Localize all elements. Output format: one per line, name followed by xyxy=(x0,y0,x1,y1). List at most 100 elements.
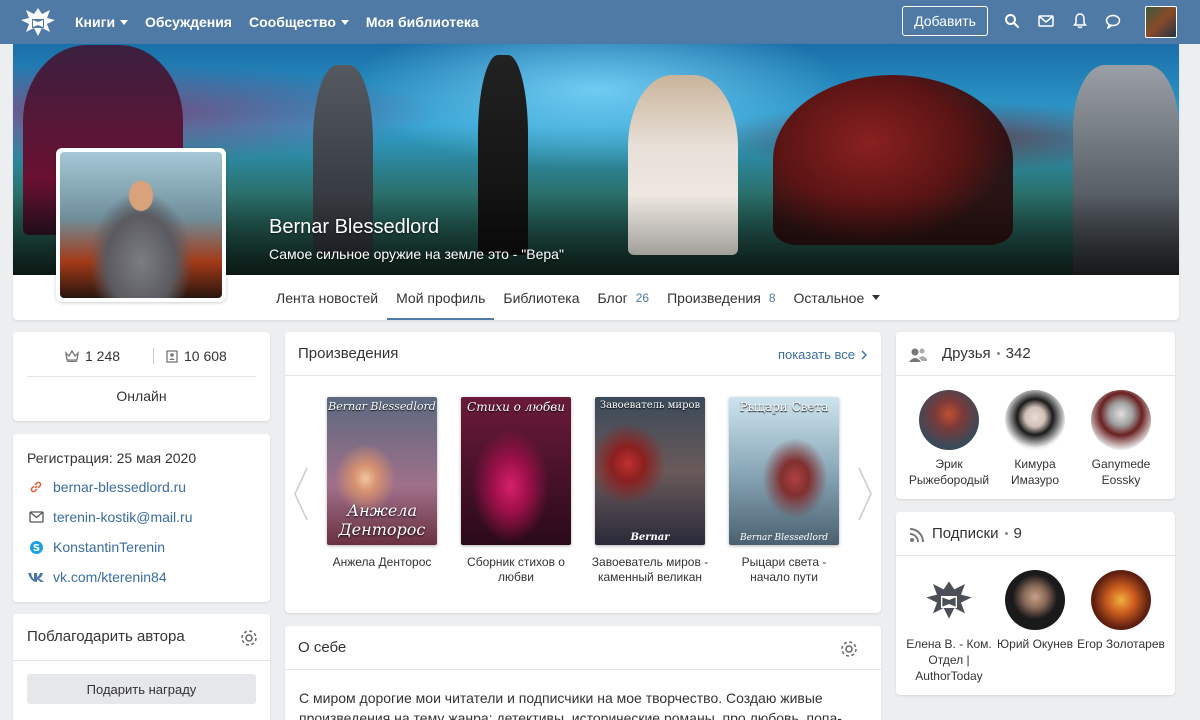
dot-separator xyxy=(1004,532,1008,535)
chevron-right-icon xyxy=(861,350,867,359)
chevron-down-icon xyxy=(872,295,881,300)
main-nav: Книги Обсуждения Сообщество Моя библиоте… xyxy=(75,0,479,44)
book-cover-title: Анжела Денторос xyxy=(338,500,426,539)
friends-count: 342 xyxy=(1005,345,1031,362)
carousel-next-arrow-icon[interactable] xyxy=(855,464,875,524)
book-cover-author: Завоеватель миров xyxy=(599,400,701,411)
friends-title-label: Друзья xyxy=(942,345,991,362)
email-link-text: terenin-kostik@mail.ru xyxy=(53,509,193,525)
nav-discussions-label: Обсуждения xyxy=(145,14,232,30)
bell-icon[interactable] xyxy=(1071,12,1089,30)
registration-date: Регистрация: 25 мая 2020 xyxy=(27,450,197,466)
skype-link[interactable]: S KonstantinTerenin xyxy=(27,538,256,556)
avatar xyxy=(1091,390,1151,450)
skype-icon: S xyxy=(27,538,45,556)
subscription-item[interactable]: Егор Золотарев xyxy=(1077,570,1165,652)
crown-icon xyxy=(65,350,79,362)
info-card: Регистрация: 25 мая 2020 bernar-blessedl… xyxy=(13,434,270,602)
book-cover-author: Стихи о любви xyxy=(467,400,565,414)
friends-card: Друзья 342 Эрик Рыжебородый Кимура Имазур… xyxy=(896,332,1175,499)
about-title: О себе xyxy=(298,639,347,656)
stats-line xyxy=(27,376,256,377)
email-link[interactable]: terenin-kostik@mail.ru xyxy=(27,508,256,526)
tab-library[interactable]: Библиотека xyxy=(494,275,588,320)
nav-community[interactable]: Сообщество xyxy=(249,14,349,30)
works-header: Произведения показать все xyxy=(285,332,881,376)
avatar xyxy=(919,390,979,450)
book-item[interactable]: Рыцари Света Bernar Blessedlord Рыцари с… xyxy=(723,397,845,585)
author-today-logo-icon xyxy=(926,581,972,619)
search-icon[interactable] xyxy=(1003,12,1021,30)
about-header: О себе xyxy=(285,626,881,670)
chevron-down-icon xyxy=(340,19,349,25)
friend-name: Эрик Рыжебородый xyxy=(908,457,990,487)
works-title: Произведения xyxy=(298,345,399,362)
rss-icon xyxy=(909,528,924,543)
subscription-item[interactable]: Елена В. - Ком. Отдел | AuthorToday xyxy=(905,570,993,684)
subscription-item[interactable]: Юрий Окунев xyxy=(991,570,1079,652)
add-button[interactable]: Добавить xyxy=(902,6,988,36)
dot-separator xyxy=(996,352,1000,355)
subscriptions-title: Подписки 9 xyxy=(932,525,1022,542)
vk-link[interactable]: vk.com/kterenin84 xyxy=(27,568,256,586)
nav-my-library-label: Моя библиотека xyxy=(365,14,479,30)
users-icon xyxy=(909,348,927,362)
book-cover-foot: Bernar Blessedlord xyxy=(739,533,829,543)
show-all-link[interactable]: показать все xyxy=(778,347,867,362)
vk-link-text: vk.com/kterenin84 xyxy=(53,569,167,585)
friend-item[interactable]: Ganymede Eossky xyxy=(1077,390,1165,488)
gear-icon[interactable] xyxy=(239,628,259,648)
nav-books-label: Книги xyxy=(75,14,116,30)
online-status: Онлайн xyxy=(116,388,167,404)
chevron-down-icon xyxy=(120,19,129,25)
tab-count: 8 xyxy=(768,290,776,305)
followers-stat[interactable]: 10 608 xyxy=(166,348,227,364)
mail-icon[interactable] xyxy=(1037,12,1055,30)
site-logo-icon[interactable] xyxy=(17,4,59,40)
site-link-text: bernar-blessedlord.ru xyxy=(53,479,187,495)
book-title: Завоеватель миров - каменный великан xyxy=(591,555,709,584)
friend-name: Ganymede Eossky xyxy=(1091,457,1151,487)
site-link[interactable]: bernar-blessedlord.ru xyxy=(27,478,256,496)
profile-status: Самое сильное оружие на земле это - "Вер… xyxy=(269,246,564,262)
vk-icon xyxy=(27,568,45,586)
tab-my-profile[interactable]: Мой профиль xyxy=(387,275,495,320)
thanks-title: Поблагодарить автора xyxy=(27,628,185,645)
book-item[interactable]: Завоеватель миров Bernar Завоеватель мир… xyxy=(589,397,711,585)
user-avatar[interactable] xyxy=(1145,6,1177,38)
profile-name: Bernar Blessedlord xyxy=(269,216,440,238)
friend-item[interactable]: Эрик Рыжебородый xyxy=(905,390,993,488)
book-cover-author: Рыцари Света xyxy=(739,400,829,414)
tab-works[interactable]: Произведения 8 xyxy=(658,275,784,320)
carousel-prev-arrow-icon[interactable] xyxy=(291,464,311,524)
nav-my-library[interactable]: Моя библиотека xyxy=(366,14,479,30)
subscriptions-card: Подписки 9 Елена В. - Ком. Отдел | Author… xyxy=(896,512,1175,695)
nav-discussions[interactable]: Обсуждения xyxy=(145,14,232,30)
subscriptions-header[interactable]: Подписки 9 xyxy=(896,512,1175,556)
friends-title: Друзья 342 xyxy=(942,345,1031,362)
friends-header[interactable]: Друзья 342 xyxy=(896,332,1175,376)
thanks-card: Поблагодарить автора Подарить награду xyxy=(13,614,270,720)
tab-blog[interactable]: Блог 26 xyxy=(589,275,659,320)
book-cover-author: Bernar Blessedlord xyxy=(328,400,436,413)
avatar xyxy=(919,570,979,630)
book-item[interactable]: Стихи о любви Сборник стихов о любви xyxy=(455,397,577,585)
avatar xyxy=(1091,570,1151,630)
nav-books[interactable]: Книги xyxy=(75,14,129,30)
rating-value: 1 248 xyxy=(85,348,121,364)
chat-bubble-icon[interactable] xyxy=(1104,12,1122,30)
book-title: Рыцари света - начало пути xyxy=(741,555,827,584)
avatar xyxy=(1005,390,1065,450)
tab-news-feed[interactable]: Лента новостей xyxy=(267,275,387,320)
gear-icon[interactable] xyxy=(839,639,859,659)
tab-other[interactable]: Остальное xyxy=(785,275,890,320)
friend-item[interactable]: Кимура Имазуро xyxy=(991,390,1079,488)
rating-stat[interactable]: 1 248 xyxy=(65,348,120,364)
subscriptions-title-label: Подписки xyxy=(932,525,999,542)
book-cover: Рыцари Света Bernar Blessedlord xyxy=(729,397,839,545)
book-item[interactable]: Bernar Blessedlord Анжела Денторос Анжел… xyxy=(321,397,443,570)
profile-avatar[interactable] xyxy=(56,148,226,302)
show-all-label: показать все xyxy=(777,347,855,362)
link-icon xyxy=(27,478,45,496)
give-award-button[interactable]: Подарить награду xyxy=(27,674,256,704)
